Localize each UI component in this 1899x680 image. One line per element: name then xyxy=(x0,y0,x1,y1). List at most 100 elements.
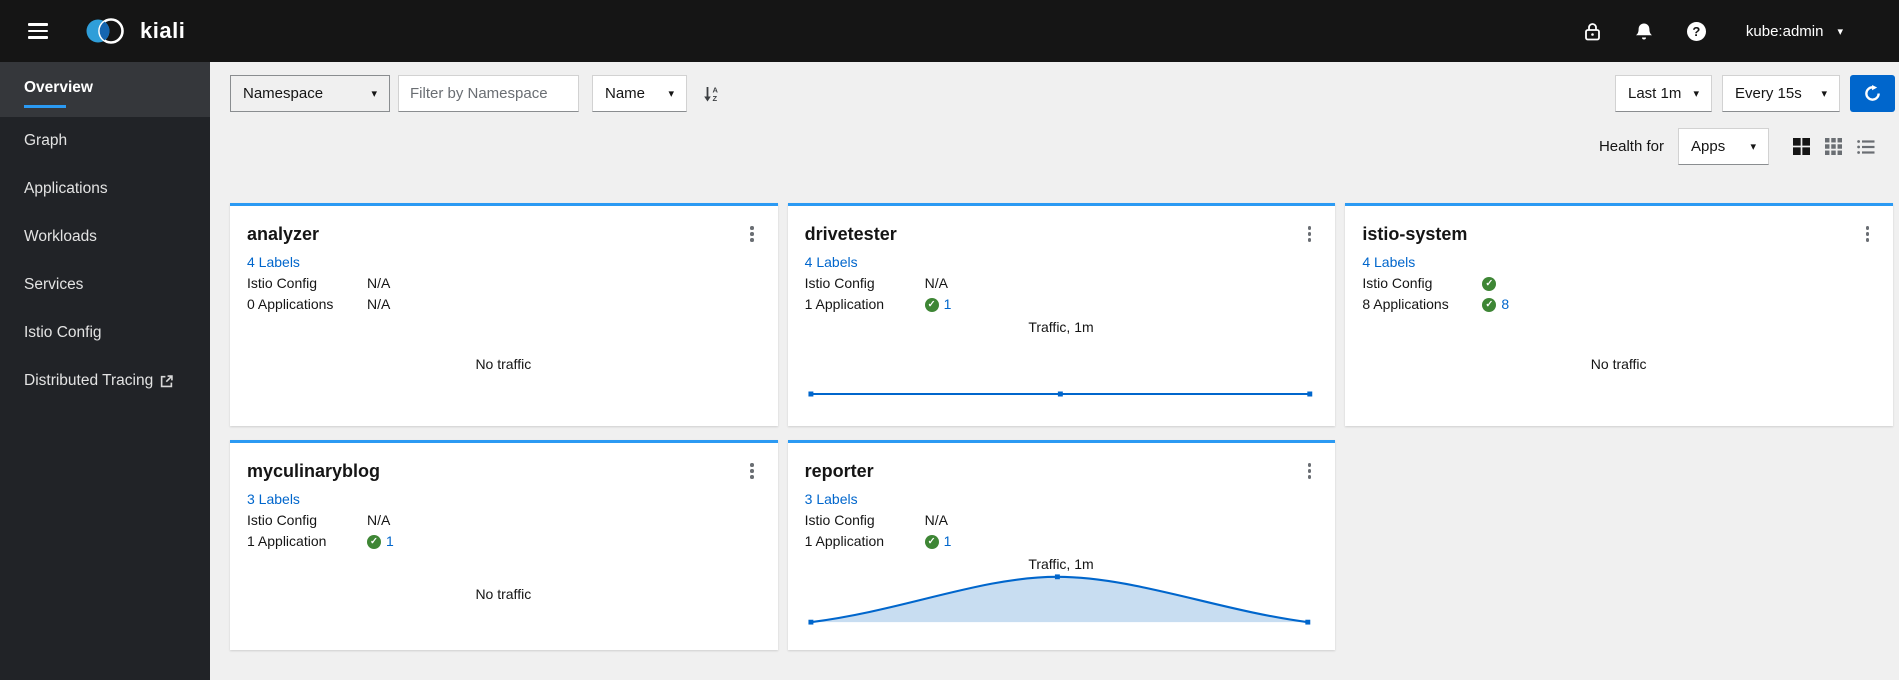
sort-order-button[interactable]: A Z xyxy=(699,81,724,107)
healthy-apps-count-link[interactable]: 1 xyxy=(386,531,394,552)
istio-config-row: Istio Config N/A xyxy=(247,273,760,294)
applications-row: 0 Applications N/A xyxy=(247,294,760,315)
sidebar-item-distributed-tracing[interactable]: Distributed Tracing xyxy=(0,357,210,405)
compact-view-button[interactable] xyxy=(1823,136,1844,157)
help-button[interactable]: ? xyxy=(1677,16,1716,47)
istio-config-row: Istio Config xyxy=(1362,273,1875,294)
card-actions-kebab-button[interactable] xyxy=(744,223,760,245)
istio-config-row: Istio Config N/A xyxy=(805,510,1318,531)
traffic-section: Traffic, 1m xyxy=(805,552,1318,650)
svg-text:Z: Z xyxy=(713,94,718,103)
sidebar-item-services[interactable]: Services xyxy=(0,261,210,309)
sidebar-item-applications[interactable]: Applications xyxy=(0,165,210,213)
istio-config-label: Istio Config xyxy=(1362,275,1433,291)
health-for-select[interactable]: Apps xyxy=(1678,128,1769,165)
traffic-status-label: No traffic xyxy=(475,586,532,602)
healthy-apps-count-link[interactable]: 1 xyxy=(944,531,952,552)
main-content: Namespace Name A Z Last 1m Every 15s xyxy=(210,0,1899,650)
traffic-status-label: Traffic, 1m xyxy=(1028,556,1094,572)
bell-icon xyxy=(1635,23,1652,39)
namespace-labels-link[interactable]: 4 Labels xyxy=(247,254,300,270)
chevron-down-icon xyxy=(1693,87,1699,100)
expanded-view-button[interactable] xyxy=(1791,136,1812,157)
traffic-status-label: No traffic xyxy=(475,355,532,372)
sidebar-item-workloads[interactable]: Workloads xyxy=(0,213,210,261)
cards-grid: analyzer 4 Labels Istio Config N/A 0 App… xyxy=(230,203,1893,650)
kiali-logo-icon xyxy=(86,18,124,44)
namespace-card: analyzer 4 Labels Istio Config N/A 0 App… xyxy=(230,203,778,426)
namespace-labels-link[interactable]: 4 Labels xyxy=(1362,254,1415,270)
filter-type-select[interactable]: Namespace xyxy=(230,75,390,112)
namespace-filter-input[interactable] xyxy=(398,75,579,112)
user-menu[interactable]: kube:admin xyxy=(1746,23,1843,40)
applications-row: 1 Application 1 xyxy=(805,294,1318,315)
sidebar-item-istio-config[interactable]: Istio Config xyxy=(0,309,210,357)
lock-button[interactable] xyxy=(1574,16,1611,47)
brand-link[interactable]: kiali xyxy=(82,14,185,48)
kebab-icon xyxy=(750,226,754,230)
traffic-section: Traffic, 1m xyxy=(805,315,1318,426)
kebab-icon xyxy=(1865,226,1869,230)
chevron-down-icon xyxy=(1750,140,1756,153)
healthy-apps-count-link[interactable]: 1 xyxy=(944,294,952,315)
traffic-section: No traffic xyxy=(1362,315,1875,426)
namespace-labels-link[interactable]: 3 Labels xyxy=(247,491,300,507)
istio-config-na-value: N/A xyxy=(367,512,391,528)
filter-toolbar: Namespace Name A Z Last 1m Every 15s xyxy=(210,62,1899,112)
notifications-button[interactable] xyxy=(1625,16,1663,47)
nav-toggle-button[interactable] xyxy=(20,11,56,51)
namespace-card: reporter 3 Labels Istio Config N/A 1 App… xyxy=(787,440,1336,650)
duration-select[interactable]: Last 1m xyxy=(1615,75,1712,112)
refresh-interval-select[interactable]: Every 15s xyxy=(1722,75,1840,112)
traffic-status-label: Traffic, 1m xyxy=(1028,319,1094,335)
traffic-section: No traffic xyxy=(247,315,760,426)
success-check-icon xyxy=(924,297,939,312)
card-actions-kebab-button[interactable] xyxy=(744,460,760,482)
card-actions-kebab-button[interactable] xyxy=(1302,460,1318,482)
istio-config-row: Istio Config N/A xyxy=(805,273,1318,294)
hamburger-icon xyxy=(28,23,48,26)
applications-na-value: N/A xyxy=(367,296,391,312)
sidebar-item-overview[interactable]: Overview xyxy=(0,62,210,117)
applications-label: 1 Application xyxy=(247,533,327,549)
expanded-grid-icon xyxy=(1793,138,1810,155)
sidebar-item-graph[interactable]: Graph xyxy=(0,117,210,165)
applications-label: 1 Application xyxy=(804,533,885,549)
list-icon xyxy=(1857,139,1875,154)
sort-field-select[interactable]: Name xyxy=(592,75,687,112)
chevron-down-icon xyxy=(1837,25,1843,38)
refresh-button[interactable] xyxy=(1850,75,1895,112)
compact-grid-icon xyxy=(1825,138,1842,155)
applications-label: 1 Application xyxy=(804,296,885,312)
kebab-icon xyxy=(1307,463,1312,467)
brand-name: kiali xyxy=(140,18,186,43)
sidebar: Overview Graph Applications Workloads Se… xyxy=(0,62,210,680)
namespace-labels-link[interactable]: 4 Labels xyxy=(805,254,858,270)
list-view-button[interactable] xyxy=(1855,137,1877,157)
lock-icon xyxy=(1585,22,1600,40)
traffic-sparkline-flat xyxy=(808,391,1312,397)
card-actions-kebab-button[interactable] xyxy=(1860,223,1876,245)
namespace-card-title: myculinaryblog xyxy=(247,461,381,481)
istio-config-label: Istio Config xyxy=(804,275,875,291)
namespace-labels-link[interactable]: 3 Labels xyxy=(805,491,858,507)
success-check-icon xyxy=(1482,297,1497,312)
namespace-card: istio-system 4 Labels Istio Config 8 App… xyxy=(1345,203,1893,426)
applications-row: 1 Application 1 xyxy=(805,531,1318,552)
traffic-section: No traffic xyxy=(247,552,760,650)
namespace-card-title: istio-system xyxy=(1362,224,1468,244)
istio-config-na-value: N/A xyxy=(924,275,948,291)
namespace-card: myculinaryblog 3 Labels Istio Config N/A… xyxy=(230,440,778,650)
istio-config-label: Istio Config xyxy=(804,512,875,528)
istio-config-na-value: N/A xyxy=(367,275,391,291)
sort-a-z-icon: A Z xyxy=(704,85,719,103)
card-actions-kebab-button[interactable] xyxy=(1302,223,1318,245)
namespace-card: drivetester 4 Labels Istio Config N/A 1 … xyxy=(787,203,1336,426)
help-icon: ? xyxy=(1686,21,1706,41)
external-link-icon xyxy=(160,374,173,388)
healthy-apps-count-link[interactable]: 8 xyxy=(1501,294,1509,315)
applications-row: 1 Application 1 xyxy=(247,531,760,552)
istio-config-na-value: N/A xyxy=(924,512,948,528)
namespace-card-title: reporter xyxy=(804,461,874,481)
istio-config-label: Istio Config xyxy=(247,512,318,528)
